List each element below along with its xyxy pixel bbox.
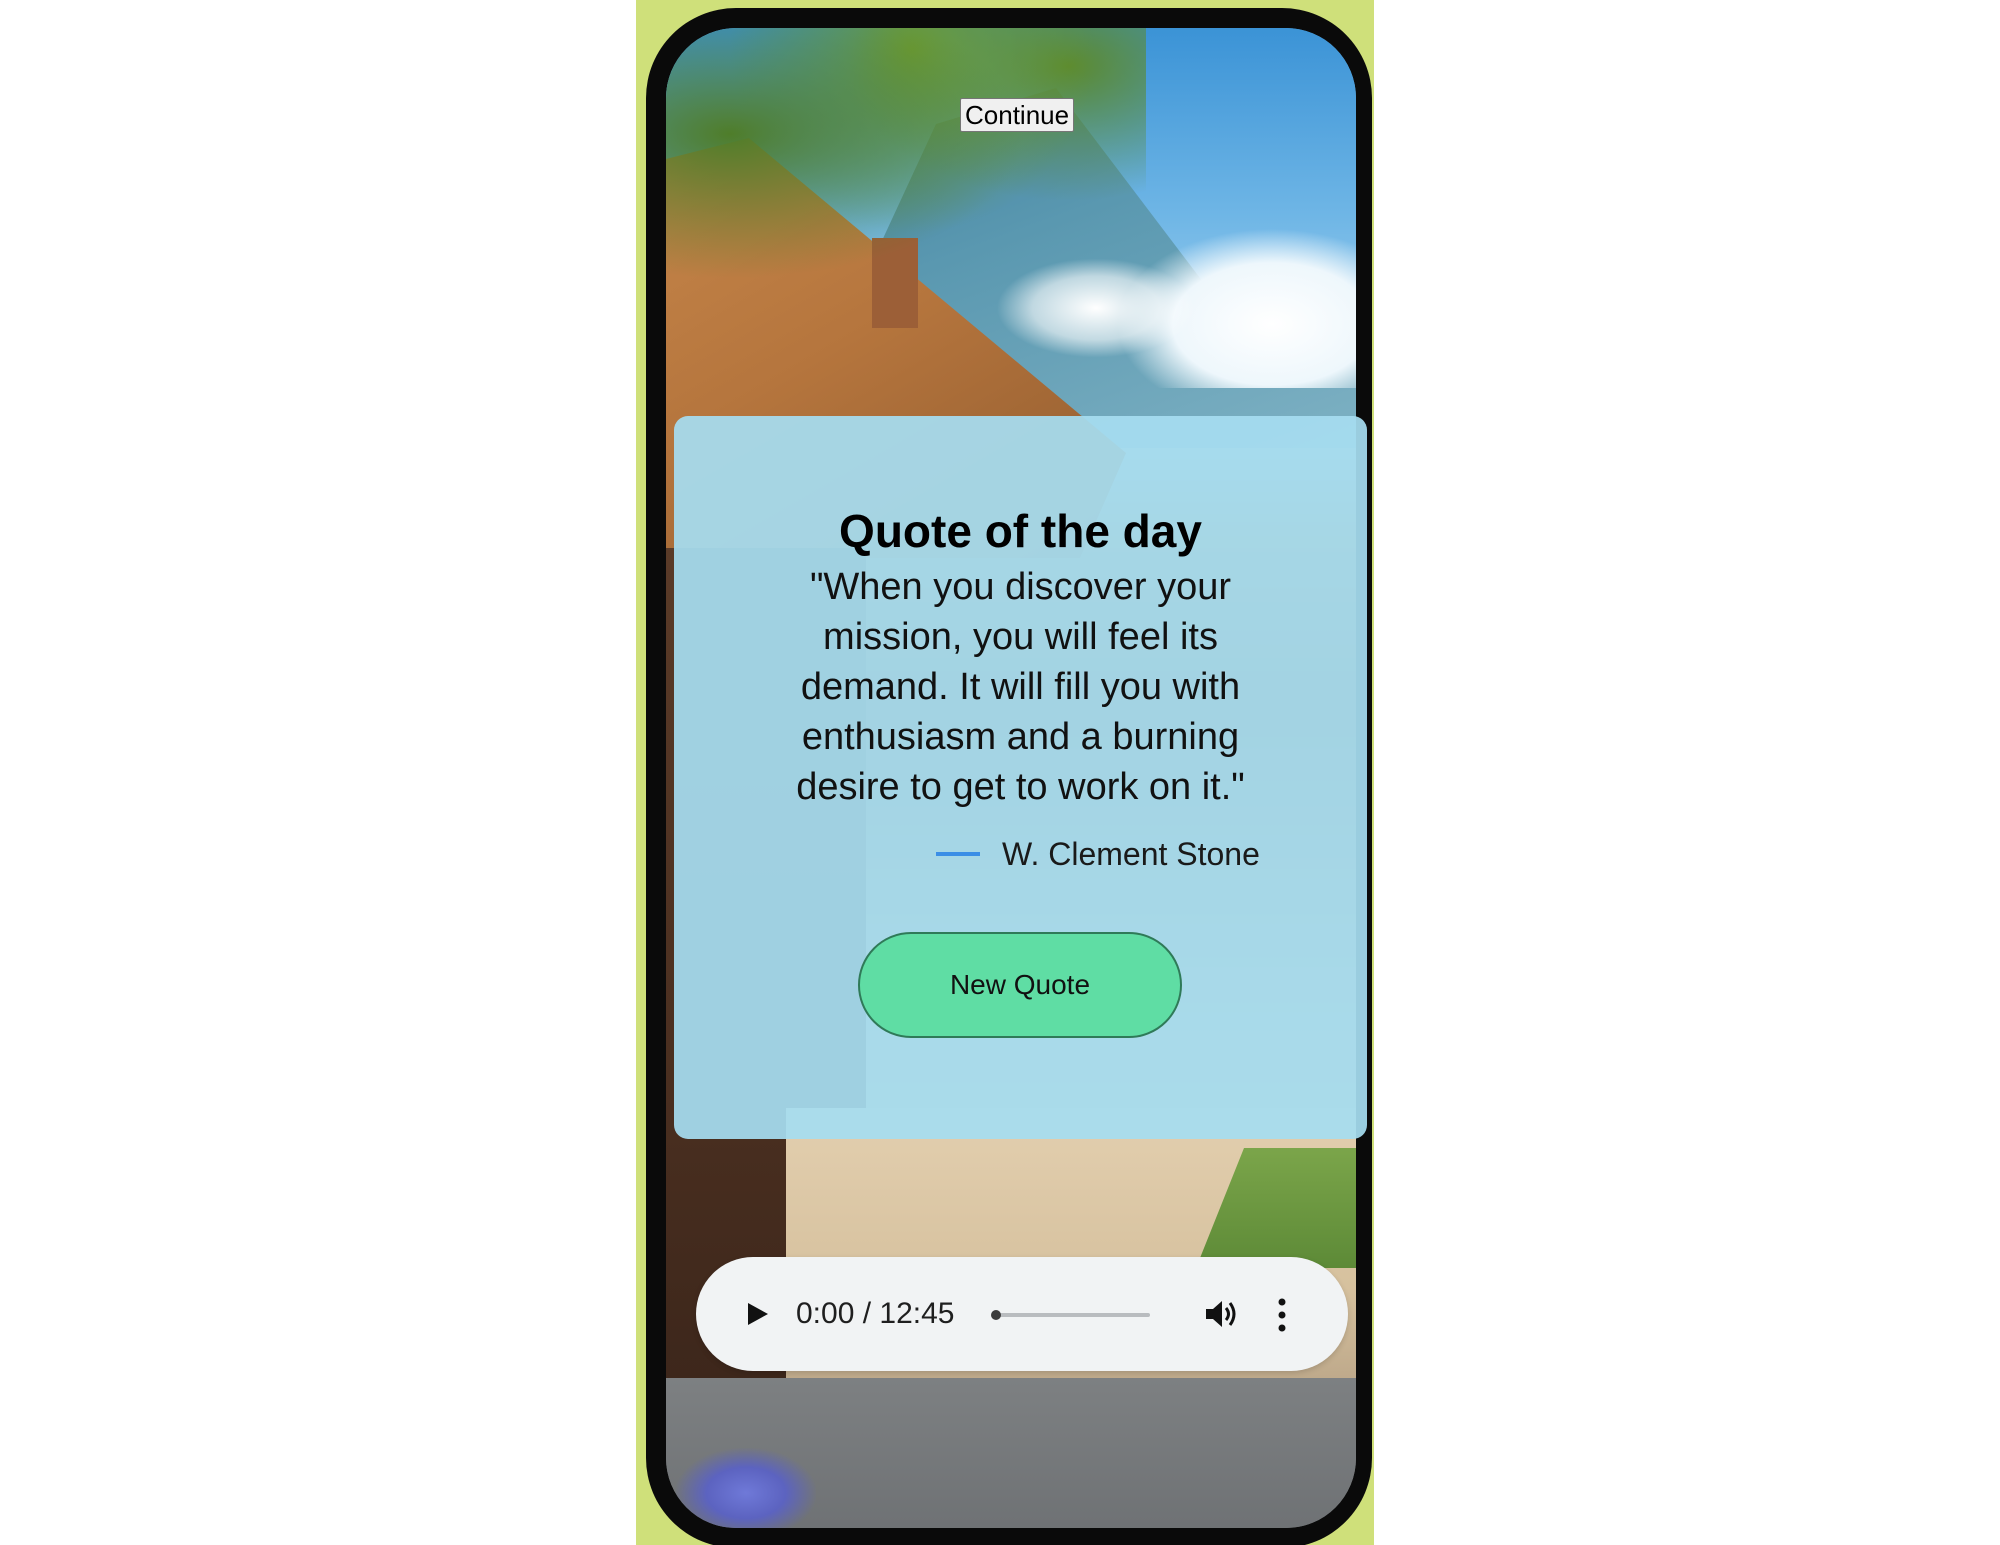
seek-slider[interactable] xyxy=(991,1310,1150,1320)
audio-time: 0:00 / 12:45 xyxy=(796,1297,955,1330)
new-quote-button[interactable]: New Quote xyxy=(858,932,1182,1038)
quote-text: "When you discover your mission, you wil… xyxy=(796,566,1245,808)
play-icon[interactable] xyxy=(744,1301,770,1327)
quote-card-title: Quote of the day xyxy=(839,505,1202,557)
tree-foliage xyxy=(666,28,1146,338)
more-vertical-icon[interactable] xyxy=(1276,1297,1288,1333)
seek-thumb[interactable] xyxy=(991,1310,1001,1320)
continue-button[interactable]: Continue xyxy=(960,98,1075,132)
flowers xyxy=(676,1448,816,1528)
author-dash xyxy=(936,852,980,856)
volume-icon[interactable] xyxy=(1204,1297,1240,1331)
author-name: W. Clement Stone xyxy=(1002,835,1260,872)
app-stage: Continue Quote of the day "When you disc… xyxy=(0,0,2000,1545)
audio-player[interactable]: 0:00 / 12:45 xyxy=(696,1257,1348,1371)
quote-card: Quote of the day "When you discover your… xyxy=(674,416,1367,1139)
author-row: W. Clement Stone xyxy=(936,834,1260,874)
